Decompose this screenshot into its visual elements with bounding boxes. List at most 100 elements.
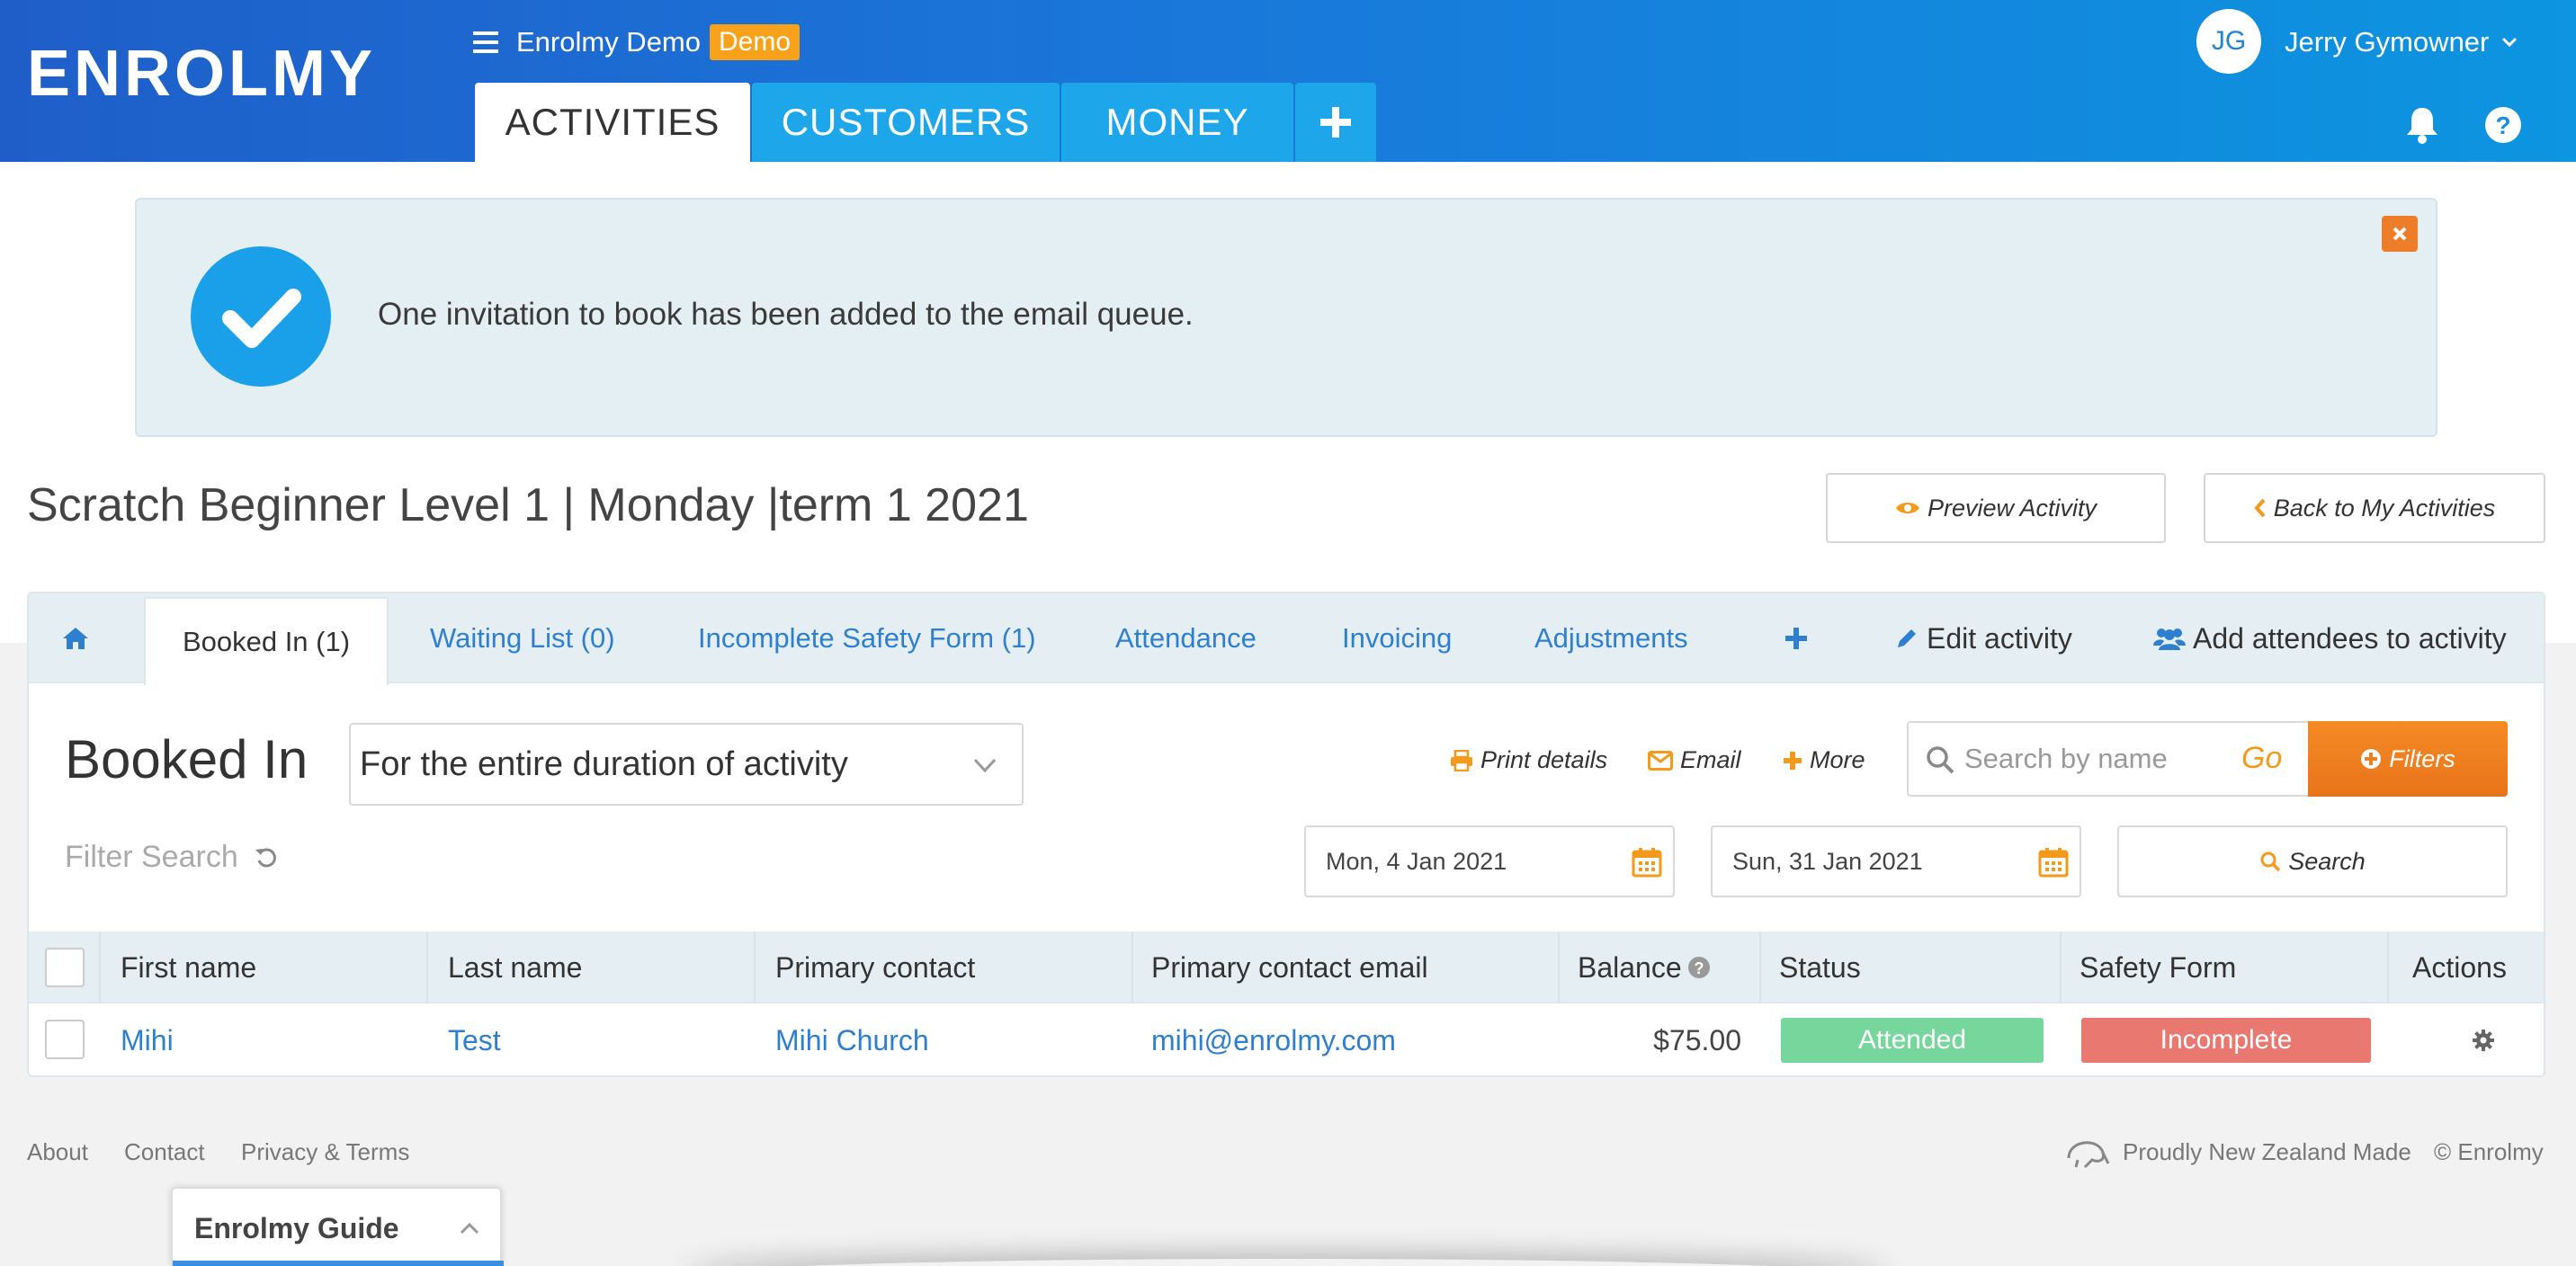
col-primary-contact[interactable]: Primary contact xyxy=(775,932,975,1003)
date-to-value: Sun, 31 Jan 2021 xyxy=(1732,847,1923,875)
tab-customers[interactable]: CUSTOMERS xyxy=(752,83,1060,162)
alert-message: One invitation to book has been added to… xyxy=(378,297,1194,332)
balance-header-label: Balance xyxy=(1578,950,1682,984)
enrolmy-guide-widget[interactable]: Enrolmy Guide xyxy=(171,1187,504,1266)
date-from-field[interactable]: Mon, 4 Jan 2021 xyxy=(1304,825,1675,897)
subtab-adjustments[interactable]: Adjustments xyxy=(1534,593,1688,683)
subtab-incomplete-safety-form[interactable]: Incomplete Safety Form (1) xyxy=(698,593,1036,683)
search-icon xyxy=(1925,744,1955,775)
eye-icon xyxy=(1895,499,1920,517)
column-divider xyxy=(2387,932,2389,1003)
column-divider xyxy=(426,932,428,1003)
help-icon[interactable]: ? xyxy=(2484,106,2522,144)
balance-value: $75.00 xyxy=(1653,1023,1741,1056)
subtab-booked-in[interactable]: Booked In (1) xyxy=(144,597,389,685)
safety-form-badge[interactable]: Incomplete xyxy=(2081,1018,2371,1063)
chevron-left-icon xyxy=(2254,498,2267,518)
calendar-icon[interactable] xyxy=(1632,847,1662,878)
tab-money[interactable]: MONEY xyxy=(1061,83,1293,162)
guide-title[interactable]: Enrolmy Guide xyxy=(194,1212,399,1245)
row-checkbox[interactable] xyxy=(45,1020,85,1059)
tab-activities[interactable]: ACTIVITIES xyxy=(475,83,750,162)
filters-label: Filters xyxy=(2389,744,2455,772)
help-icon[interactable]: ? xyxy=(1687,956,1711,979)
menu-icon[interactable] xyxy=(473,30,500,55)
demo-badge: Demo xyxy=(710,24,801,60)
page-title: Scratch Beginner Level 1 | Monday |term … xyxy=(27,479,1029,531)
print-details-label: Print details xyxy=(1480,746,1608,773)
preview-activity-button[interactable]: Preview Activity xyxy=(1826,473,2166,543)
search-input[interactable] xyxy=(1964,736,2234,782)
avatar[interactable]: JG xyxy=(2196,9,2261,74)
col-first-name[interactable]: First name xyxy=(121,932,256,1003)
tab-add-button[interactable] xyxy=(1295,83,1376,162)
activity-subnav: Booked In (1) Waiting List (0) Incomplet… xyxy=(29,593,2544,685)
page-bottom-shadow xyxy=(684,1259,1889,1266)
svg-text:?: ? xyxy=(1694,959,1704,977)
column-divider xyxy=(2060,932,2062,1003)
footer-copyright: © Enrolmy xyxy=(2434,1138,2544,1165)
success-alert: One invitation to book has been added to… xyxy=(135,198,2437,437)
last-name-link[interactable]: Test xyxy=(448,1003,501,1075)
more-label: More xyxy=(1810,746,1865,773)
footer-privacy-link[interactable]: Privacy & Terms xyxy=(241,1138,409,1166)
go-button[interactable]: Go xyxy=(2241,741,2282,776)
col-last-name[interactable]: Last name xyxy=(448,932,582,1003)
footer-made-in-nz: Proudly New Zealand Made xyxy=(2123,1138,2411,1165)
status-badge[interactable]: Attended xyxy=(1781,1018,2044,1063)
org-name[interactable]: Enrolmy Demo xyxy=(516,26,701,58)
search-button[interactable]: Search xyxy=(2117,825,2508,897)
col-balance[interactable]: Balance ? xyxy=(1578,932,1711,1003)
pencil-icon xyxy=(1894,626,1919,651)
print-icon xyxy=(1450,749,1473,771)
calendar-icon[interactable] xyxy=(2038,847,2069,878)
column-divider xyxy=(1558,932,1560,1003)
edit-activity-link[interactable]: Edit activity xyxy=(1894,593,2072,683)
name-search-box: Go xyxy=(1907,721,2310,797)
envelope-icon xyxy=(1648,750,1673,771)
first-name-link[interactable]: Mihi xyxy=(121,1003,174,1075)
filters-button[interactable]: Filters xyxy=(2308,721,2508,797)
col-status[interactable]: Status xyxy=(1779,932,1861,1003)
subtab-add-button[interactable] xyxy=(1784,593,1808,683)
more-link[interactable]: More xyxy=(1783,746,1865,774)
plus-icon xyxy=(1784,627,1808,650)
footer-contact-link[interactable]: Contact xyxy=(124,1138,205,1166)
subtab-waiting-list[interactable]: Waiting List (0) xyxy=(430,593,615,683)
footer-about-link[interactable]: About xyxy=(27,1138,88,1166)
search-label: Search xyxy=(2288,847,2366,875)
plus-icon xyxy=(1319,105,1353,139)
svg-text:ENROLMY: ENROLMY xyxy=(27,41,376,106)
primary-contact-email-link[interactable]: mihi@enrolmy.com xyxy=(1151,1003,1396,1075)
col-safety-form[interactable]: Safety Form xyxy=(2080,932,2236,1003)
chevron-up-icon[interactable] xyxy=(459,1219,480,1237)
primary-contact-link[interactable]: Mihi Church xyxy=(775,1003,929,1075)
print-details-link[interactable]: Print details xyxy=(1450,746,1607,774)
subtab-home[interactable] xyxy=(61,593,90,683)
home-icon xyxy=(61,626,90,651)
booked-in-panel: Booked In (1) Waiting List (0) Incomplet… xyxy=(27,592,2545,1077)
subtab-invoicing[interactable]: Invoicing xyxy=(1342,593,1452,683)
org-switcher[interactable]: Enrolmy Demo Demo xyxy=(473,23,801,61)
user-name[interactable]: Jerry Gymowner xyxy=(2285,26,2489,58)
gear-icon[interactable] xyxy=(2472,1003,2495,1075)
guide-underline xyxy=(173,1261,504,1266)
subtab-attendance[interactable]: Attendance xyxy=(1115,593,1257,683)
col-primary-contact-email[interactable]: Primary contact email xyxy=(1151,932,1428,1003)
user-menu[interactable]: Jerry Gymowner xyxy=(2285,23,2518,61)
email-link[interactable]: Email xyxy=(1648,746,1741,774)
table-header: First name Last name Primary contact Pri… xyxy=(29,932,2544,1003)
enrolmy-logo[interactable]: ENROLMY xyxy=(27,41,396,106)
add-attendees-link[interactable]: Add attendees to activity xyxy=(2153,593,2507,683)
users-icon xyxy=(2153,626,2186,651)
chevron-down-icon xyxy=(2501,37,2518,48)
filter-search[interactable]: Filter Search xyxy=(65,840,278,875)
select-all-checkbox[interactable] xyxy=(45,948,85,987)
duration-select[interactable]: For the entire duration of activity xyxy=(349,723,1024,806)
close-alert-button[interactable] xyxy=(2382,216,2418,252)
bell-icon[interactable] xyxy=(2403,104,2441,146)
date-to-field[interactable]: Sun, 31 Jan 2021 xyxy=(1711,825,2081,897)
back-to-activities-button[interactable]: Back to My Activities xyxy=(2204,473,2545,543)
refresh-icon[interactable] xyxy=(255,846,278,869)
chevron-down-icon xyxy=(971,752,998,779)
